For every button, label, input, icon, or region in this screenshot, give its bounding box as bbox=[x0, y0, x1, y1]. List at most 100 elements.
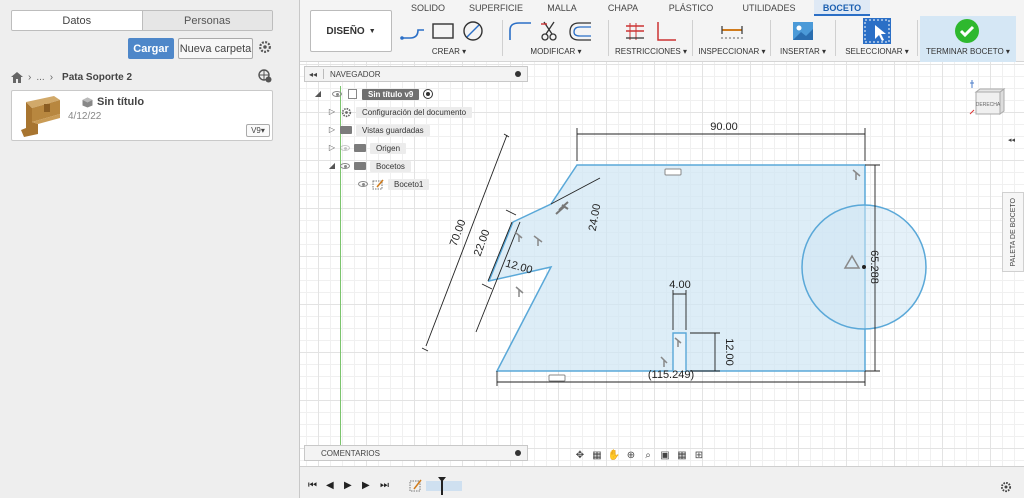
sketch-drawing[interactable]: 90.00 65.288 (115.249) 70.00 22.00 12.00… bbox=[300, 62, 1024, 466]
timeline: ⏮ ◀ ▶ ▶ ⏭ bbox=[300, 466, 1024, 498]
finish-sketch-button[interactable]: TERMINAR BOCETO ▾ bbox=[920, 47, 1016, 56]
circle-tool-icon[interactable] bbox=[460, 20, 486, 42]
toolbar-separator bbox=[835, 20, 836, 56]
horizontal-constraint-icon[interactable] bbox=[664, 168, 682, 176]
comments-panel[interactable]: COMENTARIOS bbox=[304, 445, 528, 461]
sketch-palette-tab[interactable]: PALETA DE BOCETO bbox=[1002, 192, 1024, 272]
upload-button[interactable]: Cargar bbox=[128, 38, 174, 59]
horizontal-constraint-icon[interactable] bbox=[548, 374, 566, 382]
offset-tool-icon[interactable] bbox=[567, 20, 593, 42]
insert-image-icon[interactable] bbox=[790, 20, 816, 42]
tab-utilidades[interactable]: UTILIDADES bbox=[724, 0, 814, 16]
go-to-start-icon[interactable]: ⏮ bbox=[308, 481, 318, 491]
trim-tool-icon[interactable] bbox=[537, 20, 563, 42]
chevron-right-icon: › bbox=[28, 71, 32, 83]
breadcrumb: › ... › Pata Soporte 2 bbox=[11, 70, 132, 84]
home-icon[interactable] bbox=[11, 71, 23, 83]
viewports-icon[interactable]: ⊞ bbox=[693, 449, 705, 461]
file-card[interactable]: Sin título 4/12/22 V9▾ bbox=[11, 90, 273, 141]
file-date: 4/12/22 bbox=[68, 111, 102, 122]
fillet-tool-icon[interactable] bbox=[507, 20, 533, 42]
comments-pin-icon[interactable] bbox=[515, 450, 521, 456]
workspace-label: DISEÑO bbox=[326, 25, 365, 37]
comments-title: COMENTARIOS bbox=[321, 448, 380, 458]
select-tool-icon[interactable] bbox=[862, 17, 892, 45]
dimension-pocket-height[interactable]: 22.00 bbox=[472, 228, 493, 258]
perpendicular-constraint-icon[interactable] bbox=[515, 286, 524, 297]
viewcube[interactable]: DERECHA bbox=[968, 78, 1006, 116]
tab-chapa[interactable]: CHAPA bbox=[588, 0, 658, 16]
breadcrumb-ellipsis[interactable]: ... bbox=[36, 72, 44, 83]
step-forward-icon[interactable]: ▶ bbox=[362, 481, 372, 491]
create-group: CREAR ▾ bbox=[400, 18, 498, 58]
finish-sketch-group: TERMINAR BOCETO ▾ bbox=[920, 18, 1016, 58]
grid-settings-icon[interactable]: ▦ bbox=[676, 449, 688, 461]
insert-menu[interactable]: INSERTAR ▾ bbox=[774, 47, 832, 56]
select-menu[interactable]: SELECCIONAR ▾ bbox=[840, 47, 914, 56]
tab-superficie[interactable]: SUPERFICIE bbox=[456, 0, 536, 16]
dimension-slot-height[interactable]: 12.00 bbox=[723, 338, 735, 366]
inspect-group: INSPECCIONAR ▾ bbox=[697, 18, 767, 58]
palette-collapse-icon[interactable]: ◂◂ bbox=[1008, 136, 1015, 144]
toolbar-separator bbox=[608, 20, 609, 56]
tab-datos[interactable]: Datos bbox=[12, 11, 142, 30]
sketch-canvas[interactable]: ◂◂ NAVEGADOR ◢ Sin título v9 ▷ Configura… bbox=[300, 62, 1024, 466]
play-icon[interactable]: ▶ bbox=[344, 481, 354, 491]
navigation-bar: ✥ ▦ ✋ ⊕ ⌕ ▣ ▦ ⊞ bbox=[574, 446, 754, 464]
zoom-window-icon[interactable]: ⌕ bbox=[642, 449, 654, 461]
palette-label: PALETA DE BOCETO bbox=[1009, 197, 1017, 267]
constraints-group: RESTRICCIONES ▾ bbox=[612, 18, 690, 58]
workspace-switcher[interactable]: DISEÑO ▼ bbox=[310, 10, 392, 52]
toolbar-separator bbox=[692, 20, 693, 56]
dimension-circle[interactable]: 65.288 bbox=[868, 250, 880, 284]
dimension-bottom[interactable]: (115.249) bbox=[648, 369, 694, 381]
gear-icon[interactable] bbox=[258, 40, 272, 54]
dimension-slot-width[interactable]: 4.00 bbox=[669, 279, 690, 291]
line-tool-icon[interactable] bbox=[400, 20, 426, 42]
new-folder-button[interactable]: Nueva carpeta bbox=[178, 38, 253, 59]
caret-down-icon: ▼ bbox=[368, 27, 376, 35]
perpendicular-constraint-icon[interactable] bbox=[652, 20, 678, 42]
tab-boceto[interactable]: BOCETO bbox=[814, 0, 870, 16]
file-name[interactable]: Sin título bbox=[82, 96, 144, 108]
modify-menu[interactable]: MODIFICAR ▾ bbox=[507, 47, 605, 56]
modify-group: MODIFICAR ▾ bbox=[507, 18, 605, 58]
measure-tool-icon[interactable] bbox=[719, 20, 745, 42]
file-name-text: Sin título bbox=[97, 96, 145, 108]
go-to-end-icon[interactable]: ⏭ bbox=[380, 481, 390, 491]
viewcube-label: DERECHA bbox=[976, 102, 1001, 108]
look-at-icon[interactable]: ▦ bbox=[591, 449, 603, 461]
pan-hand-icon[interactable]: ✋ bbox=[608, 449, 620, 461]
tab-personas[interactable]: Personas bbox=[141, 11, 272, 30]
step-back-icon[interactable]: ◀ bbox=[326, 481, 336, 491]
toolbar: DISEÑO ▼ SOLIDO SUPERFICIE MALLA CHAPA P… bbox=[300, 0, 1024, 62]
file-thumbnail bbox=[21, 96, 60, 137]
constraints-menu[interactable]: RESTRICCIONES ▾ bbox=[612, 47, 690, 56]
tab-plastico[interactable]: PLÁSTICO bbox=[658, 0, 724, 16]
finish-sketch-check-icon[interactable] bbox=[954, 18, 980, 44]
breadcrumb-title: Pata Soporte 2 bbox=[62, 71, 133, 83]
workspace: DISEÑO ▼ SOLIDO SUPERFICIE MALLA CHAPA P… bbox=[300, 0, 1024, 498]
rectangle-tool-icon[interactable] bbox=[430, 20, 456, 42]
orbit-icon[interactable]: ✥ bbox=[574, 449, 586, 461]
cube-icon bbox=[82, 97, 93, 107]
timeline-feature-sketch[interactable] bbox=[408, 477, 468, 495]
timeline-settings-gear-icon[interactable] bbox=[1000, 481, 1012, 493]
tab-solido[interactable]: SOLIDO bbox=[400, 0, 456, 16]
data-panel: Datos Personas Cargar Nueva carpeta › ..… bbox=[0, 0, 300, 498]
toolbar-separator bbox=[502, 20, 503, 56]
version-dropdown[interactable]: V9▾ bbox=[246, 124, 270, 137]
display-settings-icon[interactable]: ▣ bbox=[659, 449, 671, 461]
globe-settings-icon[interactable] bbox=[258, 69, 272, 83]
coincident-constraint-icon[interactable] bbox=[622, 20, 648, 42]
tab-malla[interactable]: MALLA bbox=[536, 0, 588, 16]
insert-group: INSERTAR ▾ bbox=[774, 18, 832, 58]
inspect-menu[interactable]: INSPECCIONAR ▾ bbox=[697, 47, 767, 56]
dimension-top[interactable]: 90.00 bbox=[710, 121, 738, 133]
select-group: SELECCIONAR ▾ bbox=[840, 18, 914, 58]
zoom-icon[interactable]: ⊕ bbox=[625, 449, 637, 461]
data-panel-tabs: Datos Personas bbox=[11, 10, 273, 31]
create-menu[interactable]: CREAR ▾ bbox=[400, 47, 498, 56]
toolbar-separator bbox=[917, 20, 918, 56]
circle-center-point[interactable] bbox=[862, 265, 866, 269]
